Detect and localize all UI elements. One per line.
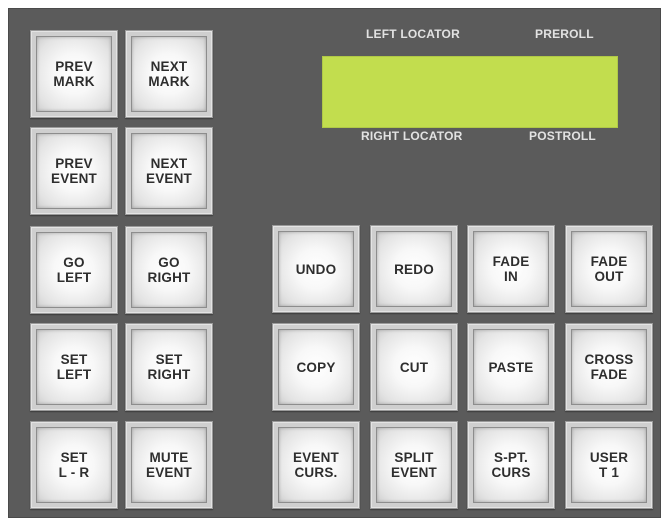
redo-button[interactable]: REDO xyxy=(370,225,458,313)
go-left-label: GO LEFT xyxy=(56,255,92,285)
next-event-button[interactable]: NEXT EVENT xyxy=(125,127,213,215)
prev-mark-button[interactable]: PREV MARK xyxy=(30,30,118,118)
fade-in-button[interactable]: FADE IN xyxy=(467,225,555,313)
prev-mark-label: PREV MARK xyxy=(53,59,95,89)
redo-label: REDO xyxy=(394,261,434,277)
user-t1-button[interactable]: USER T 1 xyxy=(565,421,653,509)
next-mark-label: NEXT MARK xyxy=(148,59,190,89)
s-pt-curs-button[interactable]: S-PT. CURS xyxy=(467,421,555,509)
postroll-label: POSTROLL xyxy=(529,129,596,143)
go-right-button[interactable]: GO RIGHT xyxy=(125,226,213,314)
event-curs-button[interactable]: EVENT CURS. xyxy=(272,421,360,509)
copy-label: COPY xyxy=(296,359,336,375)
set-left-button[interactable]: SET LEFT xyxy=(30,323,118,411)
prev-event-button[interactable]: PREV EVENT xyxy=(30,127,118,215)
control-panel: LEFT LOCATOR PREROLL RIGHT LOCATOR POSTR… xyxy=(8,8,661,518)
preroll-label: PREROLL xyxy=(535,27,594,41)
go-left-button[interactable]: GO LEFT xyxy=(30,226,118,314)
next-mark-button[interactable]: NEXT MARK xyxy=(125,30,213,118)
set-l-r-label: SET L - R xyxy=(58,450,90,480)
right-locator-label: RIGHT LOCATOR xyxy=(361,129,463,143)
set-left-label: SET LEFT xyxy=(56,352,92,382)
mute-event-label: MUTE EVENT xyxy=(145,450,192,480)
go-right-label: GO RIGHT xyxy=(147,255,191,285)
copy-button[interactable]: COPY xyxy=(272,323,360,411)
fade-out-button[interactable]: FADE OUT xyxy=(565,225,653,313)
set-right-button[interactable]: SET RIGHT xyxy=(125,323,213,411)
set-l-r-button[interactable]: SET L - R xyxy=(30,421,118,509)
fade-in-label: FADE IN xyxy=(492,254,530,284)
lcd-display xyxy=(322,56,618,128)
undo-label: UNDO xyxy=(295,261,337,277)
undo-button[interactable]: UNDO xyxy=(272,225,360,313)
split-event-label: SPLIT EVENT xyxy=(390,450,437,480)
event-curs-label: EVENT CURS. xyxy=(292,450,339,480)
prev-event-label: PREV EVENT xyxy=(50,156,97,186)
left-locator-label: LEFT LOCATOR xyxy=(366,27,460,41)
split-event-button[interactable]: SPLIT EVENT xyxy=(370,421,458,509)
cut-button[interactable]: CUT xyxy=(370,323,458,411)
s-pt-curs-label: S-PT. CURS xyxy=(491,450,531,480)
next-event-label: NEXT EVENT xyxy=(145,156,192,186)
fade-out-label: FADE OUT xyxy=(590,254,628,284)
user-t1-label: USER T 1 xyxy=(589,450,629,480)
set-right-label: SET RIGHT xyxy=(147,352,191,382)
cut-label: CUT xyxy=(399,359,429,375)
cross-fade-button[interactable]: CROSS FADE xyxy=(565,323,653,411)
paste-label: PASTE xyxy=(488,359,534,375)
paste-button[interactable]: PASTE xyxy=(467,323,555,411)
cross-fade-label: CROSS FADE xyxy=(584,352,634,382)
mute-event-button[interactable]: MUTE EVENT xyxy=(125,421,213,509)
